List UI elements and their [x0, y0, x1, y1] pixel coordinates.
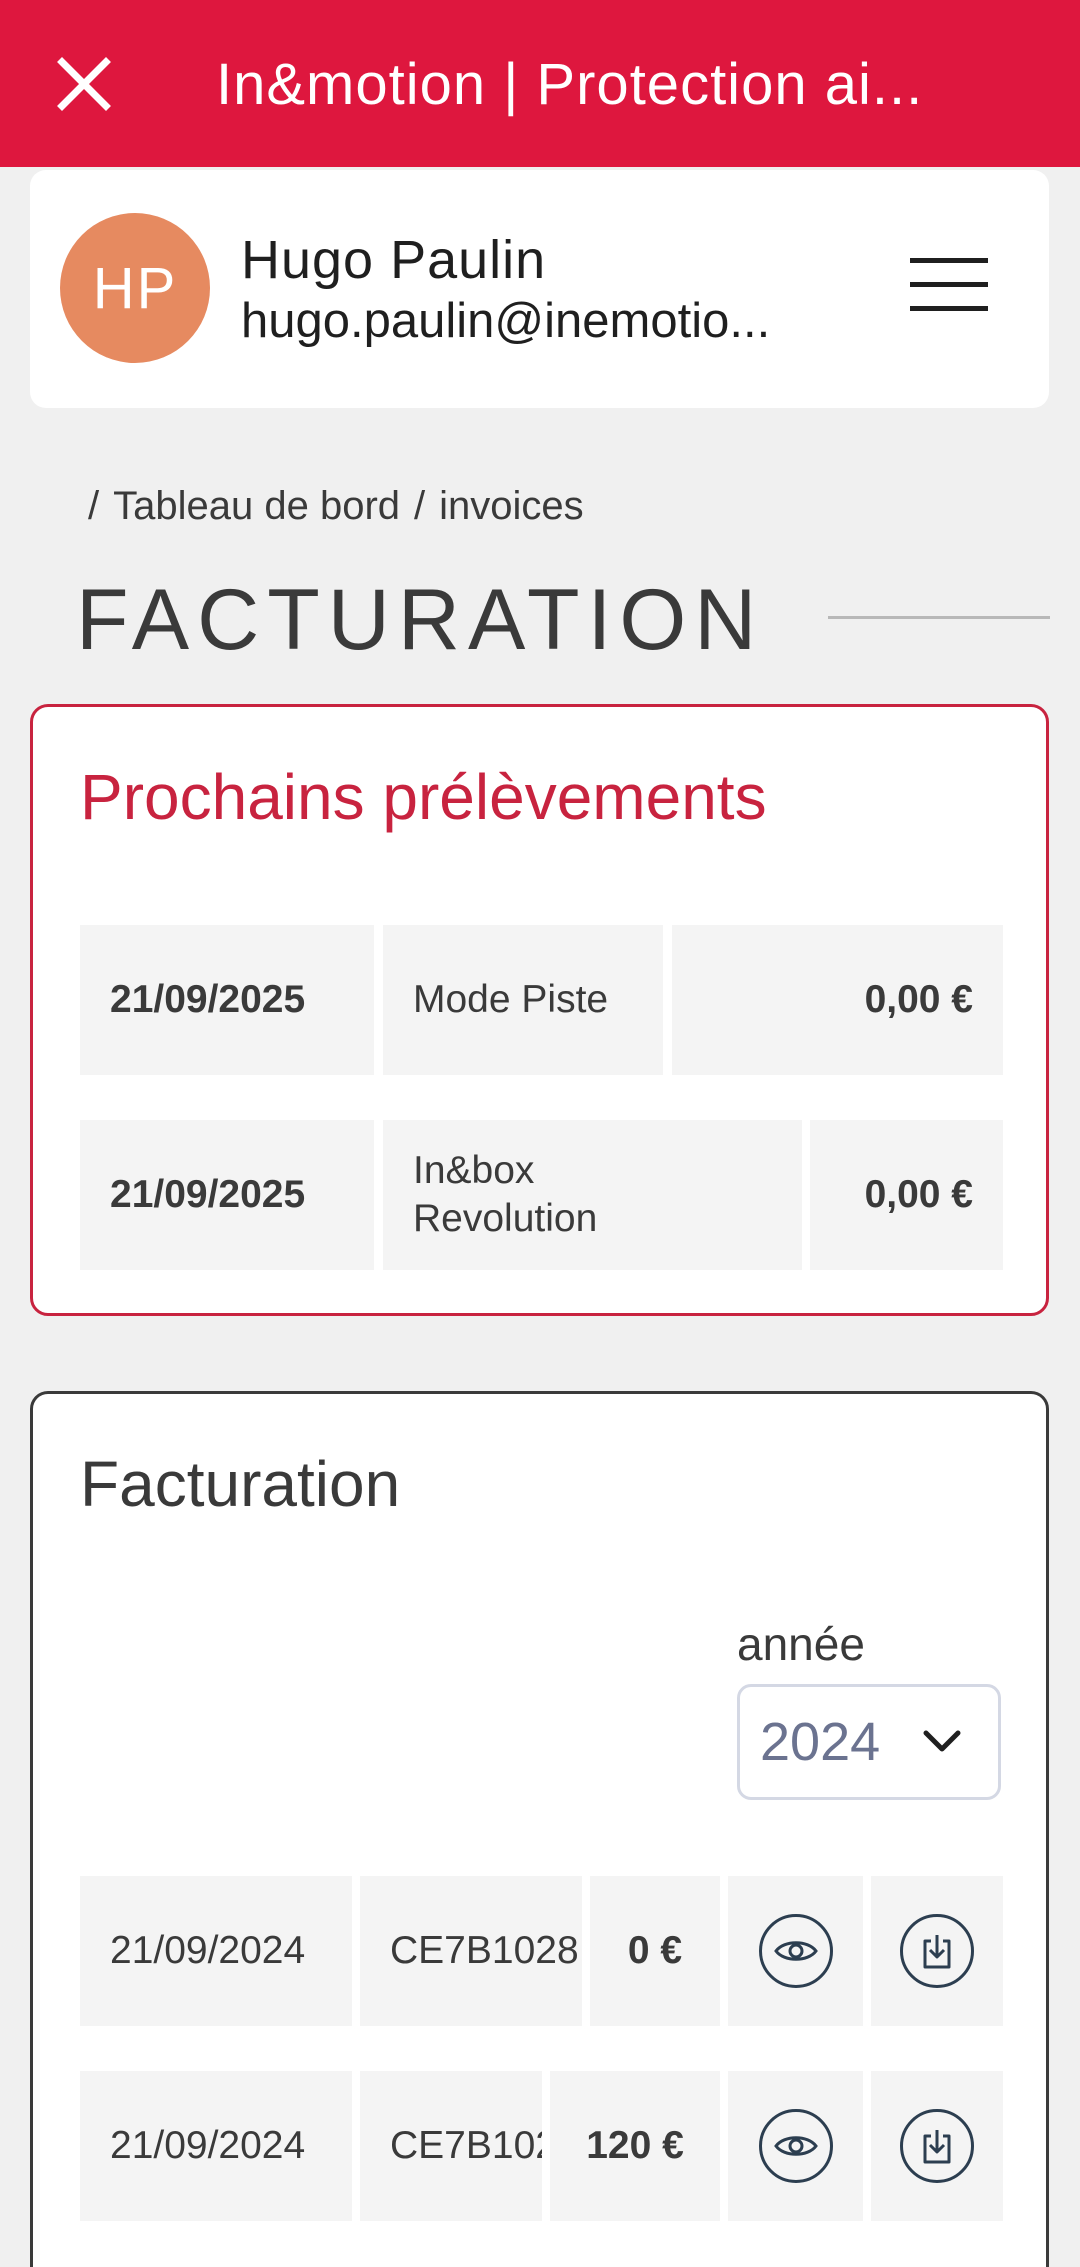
- invoice-row-amount: 0 €: [590, 1876, 720, 2026]
- view-invoice-button[interactable]: [758, 1914, 833, 1988]
- date-text: 21/09/2025: [110, 1173, 306, 1216]
- download-icon: [923, 1935, 951, 1969]
- upcoming-row-date: 21/09/2025: [80, 1120, 374, 1270]
- ref-text: CE7B1028: [390, 1929, 579, 1972]
- amount-text: 0,00 €: [864, 1173, 973, 1216]
- browser-title: In&motion | Protection ai...: [216, 52, 924, 117]
- hamburger-menu-button[interactable]: [910, 258, 990, 311]
- amount-text: 120 €: [586, 2124, 684, 2167]
- page-title: FACTURATION: [76, 572, 765, 668]
- menu-line: [910, 282, 988, 287]
- invoice-view-cell: [728, 2071, 863, 2221]
- close-icon: [57, 57, 111, 111]
- user-email: hugo.paulin@inemotio...: [241, 294, 771, 348]
- title-divider: [828, 616, 1050, 619]
- download-icon: [923, 2130, 951, 2164]
- date-text: 21/09/2024: [110, 2124, 306, 2167]
- label-text: In&box Revolution: [413, 1149, 598, 1240]
- upcoming-row-amount: 0,00 €: [810, 1120, 1003, 1270]
- year-value: 2024: [760, 1712, 881, 1772]
- upcoming-row-date: 21/09/2025: [80, 925, 374, 1075]
- year-select[interactable]: 2024: [737, 1684, 1001, 1800]
- invoice-download-cell: [871, 2071, 1003, 2221]
- user-name: Hugo Paulin: [241, 230, 547, 290]
- eye-icon: [773, 1941, 818, 1961]
- billing-card: Facturation année 2024 21/09/2024 CE7B10…: [30, 1391, 1049, 2267]
- billing-title: Facturation: [80, 1448, 401, 1520]
- invoice-download-cell: [871, 1876, 1003, 2026]
- download-invoice-button[interactable]: [900, 2109, 974, 2183]
- top-app-bar: In&motion | Protection ai...: [0, 0, 1080, 167]
- invoice-row-date: 21/09/2024: [80, 1876, 352, 2026]
- breadcrumb: / Tableau de bord / invoices: [88, 478, 584, 534]
- download-invoice-button[interactable]: [900, 1914, 974, 1988]
- label-text: Mode Piste: [413, 978, 609, 1021]
- chevron-down-icon: [923, 1730, 961, 1752]
- invoice-row-ref: CE7B1028: [360, 1876, 582, 2026]
- close-button[interactable]: [56, 56, 112, 112]
- avatar[interactable]: HP: [60, 213, 210, 363]
- breadcrumb-item-invoices[interactable]: invoices: [439, 478, 584, 534]
- invoice-row-amount: 120 €: [550, 2071, 720, 2221]
- ref-text: CE7B1028: [390, 2124, 542, 2167]
- breadcrumb-separator: /: [414, 484, 426, 528]
- eye-icon: [773, 2136, 818, 2156]
- invoice-row-ref: CE7B1028: [360, 2071, 542, 2221]
- view-invoice-button[interactable]: [758, 2109, 833, 2183]
- upcoming-debits-card: Prochains prélèvements 21/09/2025 Mode P…: [30, 704, 1049, 1316]
- invoice-row-date: 21/09/2024: [80, 2071, 352, 2221]
- date-text: 21/09/2024: [110, 1929, 306, 1972]
- upcoming-row-label: Mode Piste: [383, 925, 663, 1075]
- menu-line: [910, 258, 988, 263]
- year-label: année: [737, 1618, 865, 1670]
- amount-text: 0 €: [627, 1929, 683, 1972]
- date-text: 21/09/2025: [110, 978, 306, 1021]
- amount-text: 0,00 €: [864, 978, 973, 1021]
- breadcrumb-separator: /: [88, 484, 100, 528]
- breadcrumb-item-dashboard[interactable]: Tableau de bord: [113, 478, 400, 534]
- upcoming-row-label: In&box Revolution: [383, 1120, 802, 1270]
- menu-line: [910, 306, 988, 311]
- upcoming-row-amount: 0,00 €: [672, 925, 1003, 1075]
- upcoming-debits-title: Prochains prélèvements: [80, 761, 767, 833]
- invoice-view-cell: [728, 1876, 863, 2026]
- user-card: HP Hugo Paulin hugo.paulin@inemotio...: [30, 170, 1049, 408]
